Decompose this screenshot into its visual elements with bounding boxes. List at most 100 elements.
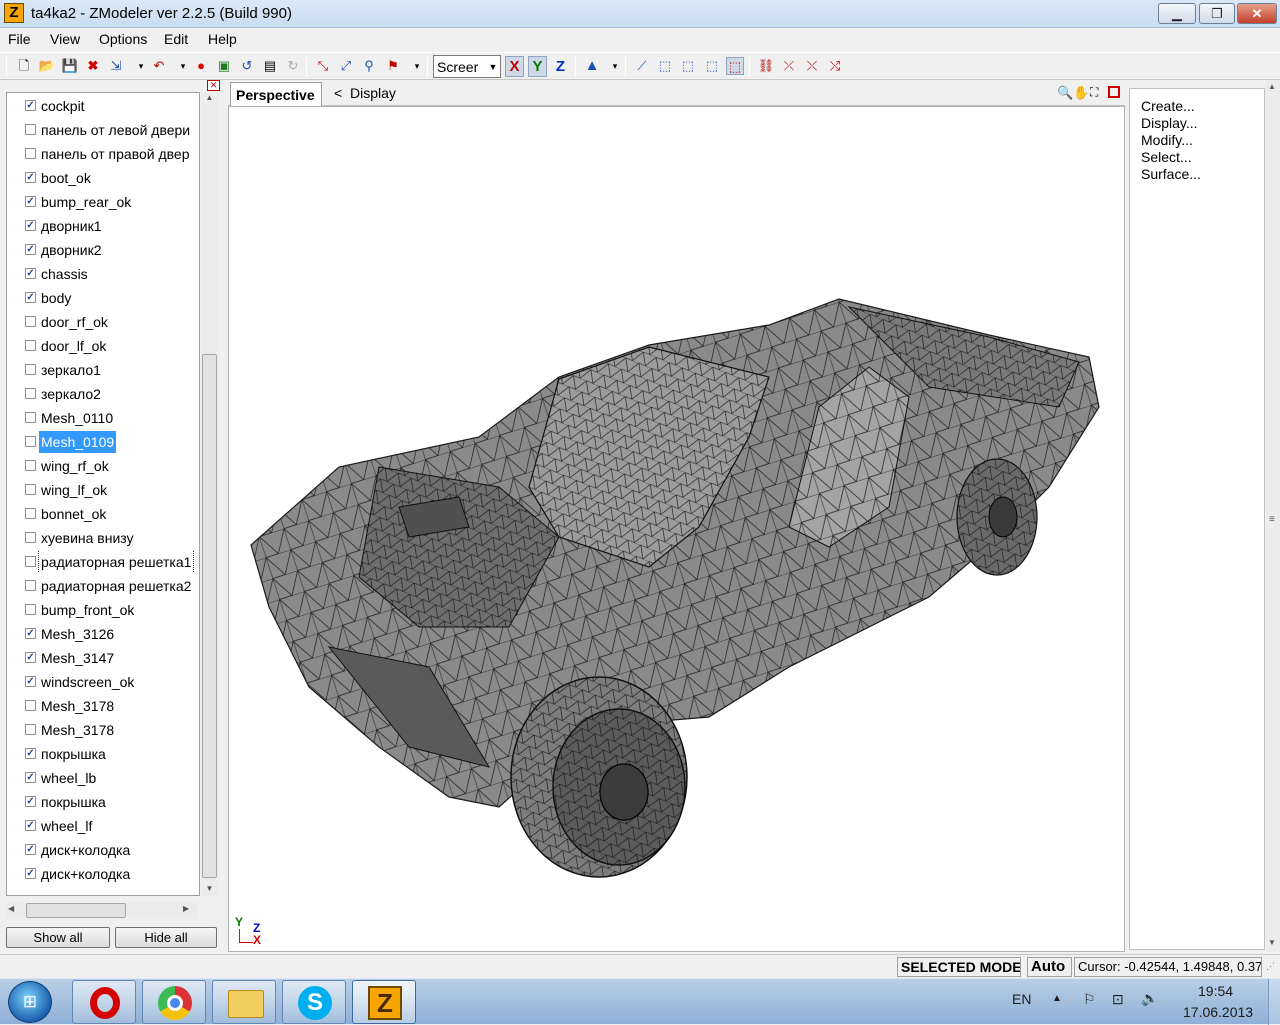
cone-icon[interactable]: ▲ [583,57,601,75]
object-list-item[interactable]: door_lf_ok [21,335,199,357]
dropdown-arrow-icon[interactable]: ▾ [174,57,192,75]
scroll-thumb[interactable] [202,354,217,878]
unchecked-checkbox[interactable] [25,436,36,447]
unchecked-checkbox[interactable] [25,700,36,711]
link-icon[interactable]: ⛓ [757,57,775,75]
checked-checkbox[interactable]: ✓ [25,748,36,759]
object-list-item[interactable]: ✓ покрышка [21,743,199,765]
unchecked-checkbox[interactable] [25,484,36,495]
minimize-button[interactable]: ▁ [1158,3,1196,24]
command-display[interactable]: Display... [1141,115,1198,132]
show-desktop-button[interactable] [1268,979,1280,1025]
close-button[interactable]: ✕ [1237,3,1277,24]
object-list-item[interactable]: панель от левой двери [21,119,199,141]
object-list[interactable]: ✓ cockpit панель от левой двери панель от п… [6,92,200,896]
save-icon[interactable]: 💾 [61,57,79,75]
tab-display[interactable]: < Display [334,83,396,103]
object-list-item[interactable]: bump_front_ok [21,599,199,621]
unchecked-checkbox[interactable] [25,532,36,543]
command-select[interactable]: Select... [1141,149,1192,166]
unchecked-checkbox[interactable] [25,388,36,399]
menu-view[interactable]: View [50,31,80,47]
unchecked-checkbox[interactable] [25,604,36,615]
object-list-item[interactable]: панель от правой двер [21,143,199,165]
object-list-vertical-scrollbar[interactable]: ▲ ▼ [201,92,218,896]
vertex-mode-icon[interactable]: ⟋ [633,57,651,75]
taskbar-skype[interactable]: S [282,980,346,1024]
object-list-horizontal-scrollbar[interactable]: ◀ ▶ [6,902,197,919]
checked-checkbox[interactable]: ✓ [25,772,36,783]
object-list-item[interactable]: Mesh_0109 [21,431,199,453]
command-surface[interactable]: Surface... [1141,166,1201,183]
maximize-button[interactable]: ❐ [1199,3,1235,24]
axis-y-toggle[interactable]: Y [528,56,547,77]
axis-gizmo-icon[interactable]: ⤫ [780,57,798,75]
checked-checkbox[interactable]: ✓ [25,628,36,639]
unchecked-checkbox[interactable] [25,556,36,567]
object-list-item[interactable]: Mesh_3178 [21,719,199,741]
checked-checkbox[interactable]: ✓ [25,244,36,255]
object-list-item[interactable]: зеркало1 [21,359,199,381]
object-list-item[interactable]: Mesh_0110 [21,407,199,429]
object-list-item[interactable]: ✓ windscreen_ok [21,671,199,693]
zmodeler-app-icon[interactable]: Z [4,3,24,23]
object-list-item[interactable]: ✓ покрышка [21,791,199,813]
axis-move-icon[interactable]: ⤬ [803,57,821,75]
box-select-icon[interactable]: ⬚ [726,57,744,75]
command-create[interactable]: Create... [1141,98,1195,115]
open-folder-icon[interactable]: 📂 [38,57,56,75]
taskbar-opera[interactable] [72,980,136,1024]
object-list-item[interactable]: ✓ wheel_lf [21,815,199,837]
import-icon[interactable]: ⇲ [107,57,125,75]
unchecked-checkbox[interactable] [25,340,36,351]
scroll-left-arrow-icon[interactable]: ◀ [8,904,14,913]
command-panel-scrollbar[interactable]: ▲ ≡ ▼ [1266,80,1280,952]
object-list-item[interactable]: ✓ Mesh_3147 [21,647,199,669]
checked-checkbox[interactable]: ✓ [25,292,36,303]
scroll-up-arrow-icon[interactable]: ▲ [203,93,216,105]
object-list-item[interactable]: door_rf_ok [21,311,199,333]
taskbar-zmodeler[interactable]: Z [352,980,416,1024]
record-icon[interactable]: ● [192,57,210,75]
new-file-icon[interactable]: 🗋 [15,57,33,75]
checked-checkbox[interactable]: ✓ [25,844,36,855]
checked-checkbox[interactable]: ✓ [25,220,36,231]
object-list-item[interactable]: зеркало2 [21,383,199,405]
object-list-item[interactable]: ✓ Mesh_3126 [21,623,199,645]
unchecked-checkbox[interactable] [25,124,36,135]
scroll-down-arrow-icon[interactable]: ▼ [1268,938,1276,947]
checked-checkbox[interactable]: ✓ [25,100,36,111]
object-list-item[interactable]: ✓ chassis [21,263,199,285]
object-list-item[interactable]: ✓ дворник2 [21,239,199,261]
clock-time[interactable]: 19:54 [1198,983,1233,999]
axis-x-toggle[interactable]: X [505,56,524,77]
surface-mode-icon[interactable]: ⬚ [703,57,721,75]
properties-icon[interactable]: ▤ [261,57,279,75]
maximize-viewport-icon[interactable] [1108,86,1120,98]
unchecked-checkbox[interactable] [25,508,36,519]
checked-checkbox[interactable]: ✓ [25,868,36,879]
undo-icon[interactable]: ↺ [238,57,256,75]
axis-z-toggle[interactable]: Z [551,56,570,77]
select-all-icon[interactable]: ⤢ [337,57,355,75]
menu-edit[interactable]: Edit [164,31,188,47]
zoom-extents-icon[interactable]: ⛶ [1090,85,1098,100]
menu-help[interactable]: Help [208,31,237,47]
select-tool-icon[interactable]: ⤡ [314,57,332,75]
status-auto[interactable]: Auto [1027,957,1072,977]
network-icon[interactable]: ⊡ [1112,991,1124,1008]
menu-file[interactable]: File [8,31,31,47]
pan-hand-icon[interactable]: ✋ [1073,85,1089,101]
object-list-item[interactable]: ✓ bump_rear_ok [21,191,199,213]
unchecked-checkbox[interactable] [25,316,36,327]
language-indicator[interactable]: EN [1012,991,1031,1007]
dropdown-arrow-icon[interactable]: ▾ [132,57,150,75]
object-list-item[interactable]: радиаторная решетка1 [21,551,199,573]
checked-checkbox[interactable]: ✓ [25,796,36,807]
unchecked-checkbox[interactable] [25,412,36,423]
close-panel-icon[interactable]: ✕ [207,80,220,91]
coordinate-space-select[interactable]: Screer ▼ [433,55,501,78]
clock-date[interactable]: 17.06.2013 [1183,1004,1253,1020]
dropdown-arrow-icon[interactable]: ▾ [606,57,624,75]
render-icon[interactable]: ▣ [215,57,233,75]
